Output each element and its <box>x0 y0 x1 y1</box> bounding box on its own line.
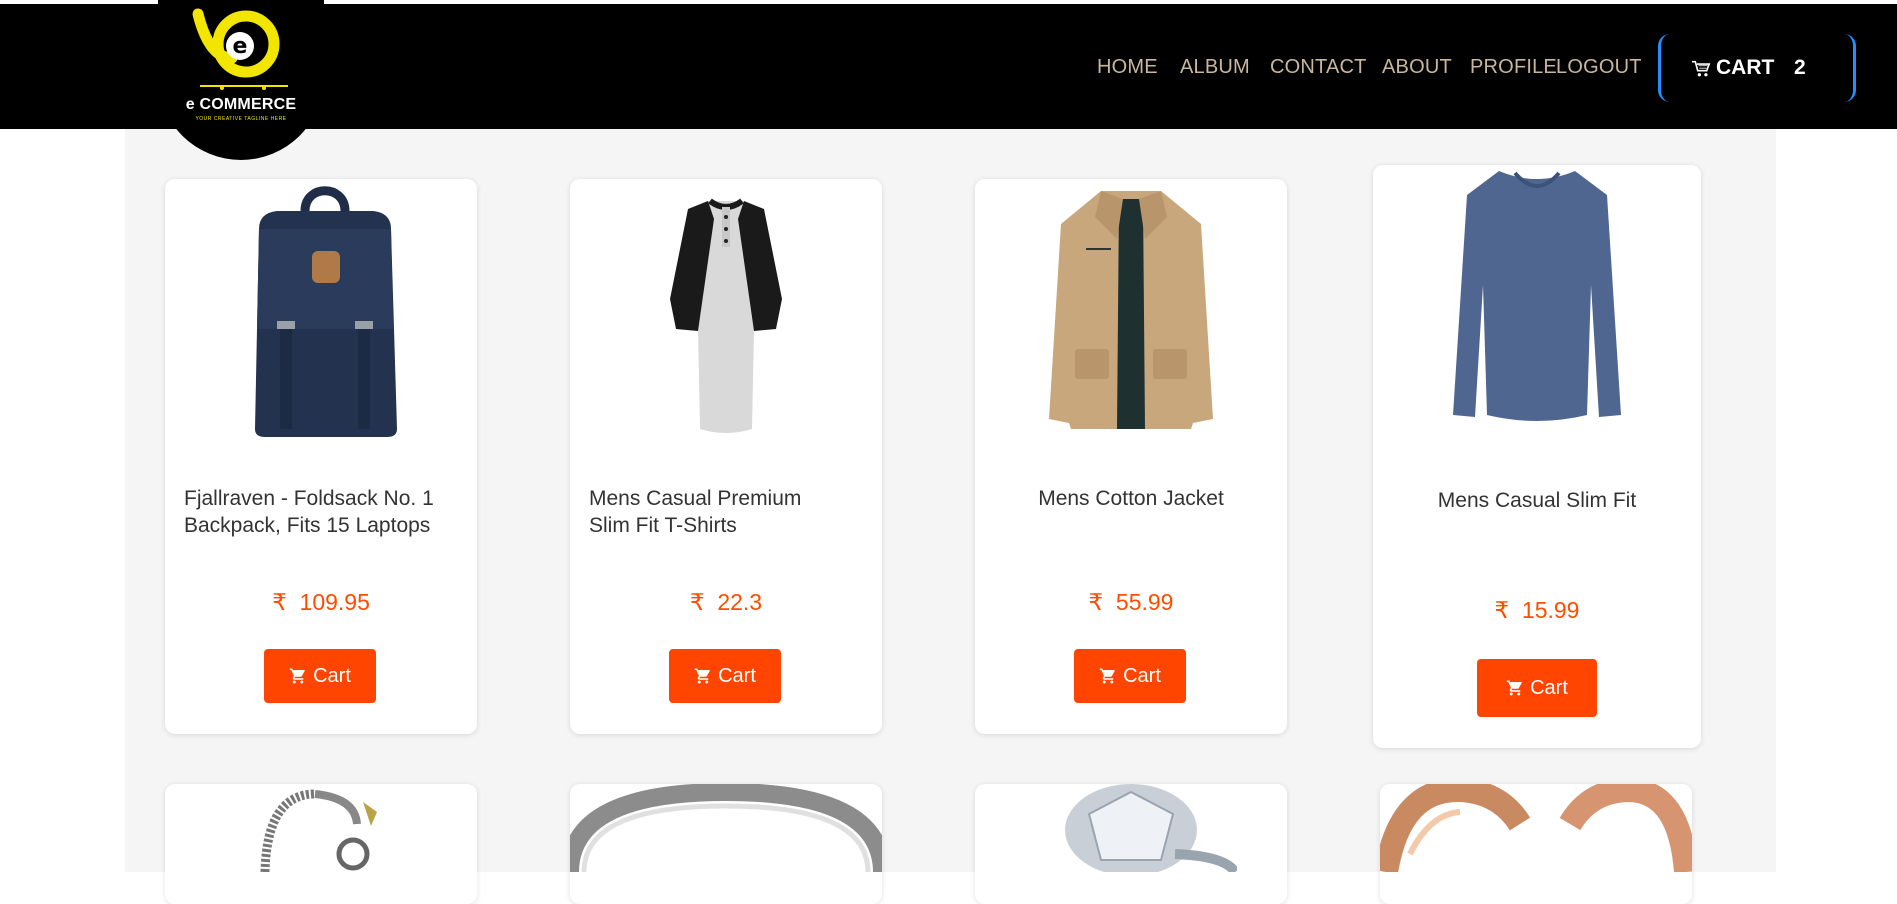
cart-label: CART <box>1716 56 1775 79</box>
e-logo-icon: e <box>192 8 288 90</box>
raglan-tshirt-image <box>670 198 782 433</box>
price-value: 55.99 <box>1115 589 1174 615</box>
product-title: Fjallraven - Foldsack No. 1 Backpack, Fi… <box>184 485 464 539</box>
currency-symbol: ₹ <box>689 589 705 615</box>
price-value: 15.99 <box>1521 597 1580 623</box>
product-card[interactable]: Mens Casual Premium Slim Fit T-Shirts ₹ … <box>570 179 882 734</box>
product-title-line: Backpack, Fits 15 Laptops <box>184 514 431 537</box>
longsleeve-shirt-image <box>1453 171 1621 421</box>
add-to-cart-button[interactable]: Cart <box>264 649 376 703</box>
cart-icon <box>1506 680 1522 696</box>
button-label: Cart <box>1123 664 1161 687</box>
nav-logout-link[interactable]: LOGOUT <box>1556 56 1642 79</box>
cotton-jacket-image <box>1049 191 1213 429</box>
product-card[interactable] <box>1380 784 1692 904</box>
svg-text:e: e <box>233 34 248 59</box>
add-to-cart-button[interactable]: Cart <box>1074 649 1186 703</box>
currency-symbol: ₹ <box>1088 589 1104 615</box>
product-grid: Fjallraven - Foldsack No. 1 Backpack, Fi… <box>125 129 1776 904</box>
backpack-image <box>255 186 397 437</box>
diamond-ring-image <box>1065 784 1237 872</box>
cart-count-badge: 2 <box>1794 56 1806 79</box>
cart-icon <box>1099 668 1115 684</box>
shopping-cart-icon <box>1692 60 1711 77</box>
logo-tagline: YOUR CREATIVE TAGLINE HERE <box>195 116 287 122</box>
product-title: Mens Casual Slim Fit <box>1373 487 1701 514</box>
cart-icon <box>289 668 305 684</box>
product-title-line: Mens Cotton Jacket <box>1038 487 1224 510</box>
product-price: ₹ 15.99 <box>1373 597 1701 624</box>
product-card[interactable] <box>165 784 477 904</box>
logo-text: e COMMERCE <box>185 96 297 113</box>
product-price: ₹ 55.99 <box>975 589 1287 616</box>
brand-logo[interactable]: e e COMMERCE YOUR CREATIVE TAGLINE HERE <box>158 0 324 160</box>
product-card[interactable]: Fjallraven - Foldsack No. 1 Backpack, Fi… <box>165 179 477 734</box>
product-price: ₹ 22.3 <box>570 589 882 616</box>
currency-symbol: ₹ <box>1494 597 1510 623</box>
currency-symbol: ₹ <box>272 589 287 615</box>
product-card[interactable]: Mens Casual Slim Fit ₹ 15.99 Cart <box>1373 165 1701 748</box>
nav-home-link[interactable]: HOME <box>1097 56 1158 79</box>
nav-profile-link[interactable]: PROFILE <box>1470 56 1557 79</box>
product-card[interactable]: Mens Cotton Jacket ₹ 55.99 Cart <box>975 179 1287 734</box>
product-title-line: Fjallraven - Foldsack No. 1 <box>184 487 434 510</box>
product-title-line: Mens Casual Slim Fit <box>1437 489 1637 512</box>
chain-bracelet-image <box>260 789 377 872</box>
product-card[interactable] <box>975 784 1287 904</box>
price-value: 22.3 <box>717 589 763 615</box>
nav-contact-link[interactable]: CONTACT <box>1270 56 1367 79</box>
product-title-line: Slim Fit T-Shirts <box>589 514 737 537</box>
button-label: Cart <box>718 664 756 687</box>
add-to-cart-button[interactable]: Cart <box>669 649 781 703</box>
button-label: Cart <box>313 664 351 687</box>
header-cart-button[interactable]: CART 2 <box>1658 34 1856 102</box>
product-title: Mens Cotton Jacket <box>975 485 1287 512</box>
product-card[interactable] <box>570 784 882 904</box>
product-title: Mens Casual Premium Slim Fit T-Shirts <box>589 485 869 539</box>
add-to-cart-button[interactable]: Cart <box>1477 659 1597 717</box>
cart-icon <box>694 668 710 684</box>
product-price: ₹ 109.95 <box>165 589 477 616</box>
nav-about-link[interactable]: ABOUT <box>1382 56 1452 79</box>
price-value: 109.95 <box>299 589 370 615</box>
nav-album-link[interactable]: ALBUM <box>1180 56 1250 79</box>
button-label: Cart <box>1530 676 1568 699</box>
rose-gold-rings-image <box>1380 784 1692 872</box>
product-title-line: Mens Casual Premium <box>589 487 802 510</box>
silver-ring-image <box>570 784 882 872</box>
